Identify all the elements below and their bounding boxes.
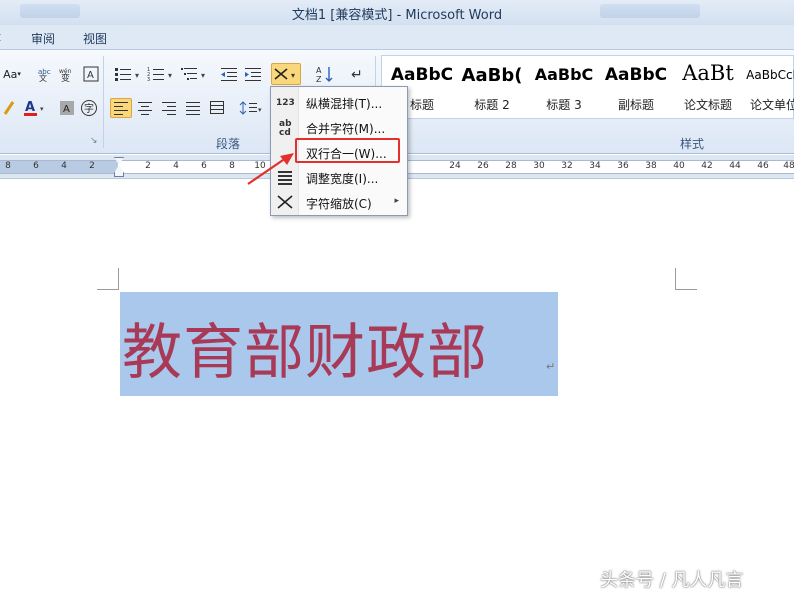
svg-text:3: 3 <box>147 77 150 82</box>
paragraph-group-label: 段落 <box>216 137 241 151</box>
ruler-tick: 6 <box>201 161 207 171</box>
svg-text:变: 变 <box>61 72 70 82</box>
menu-item-character-scaling[interactable]: 字符缩放(C) ▸ <box>271 190 407 214</box>
svg-text:A: A <box>63 104 70 115</box>
ruler-tick: 8 <box>229 161 235 171</box>
ruler-margin <box>0 160 118 174</box>
change-case-button[interactable]: Aa ▾ <box>0 64 24 84</box>
style-heading-2[interactable]: AaBb( 标题 2 <box>456 56 528 118</box>
ruler-tick: 4 <box>173 161 179 171</box>
show-marks-icon[interactable]: ↵ <box>346 64 368 84</box>
ruler-tick: 32 <box>561 161 573 171</box>
ruler-tick: 38 <box>645 161 657 171</box>
style-thesis-unit[interactable]: AaBbCcD 论文单位 <box>744 56 794 118</box>
svg-text:cd: cd <box>279 128 291 138</box>
asian-layout-button[interactable]: ▾ <box>271 63 301 85</box>
ruler-tick: 48 <box>783 161 794 171</box>
ruler-tick: 8 <box>5 161 11 171</box>
svg-text:↵: ↵ <box>351 67 363 83</box>
font-color-button[interactable]: A ▾ <box>22 98 48 118</box>
group-separator <box>103 56 104 148</box>
svg-text:▾: ▾ <box>291 71 295 80</box>
text-effect-icon[interactable] <box>0 98 22 118</box>
line-spacing-icon[interactable]: ▾ <box>238 98 264 118</box>
svg-text:▾: ▾ <box>40 105 44 113</box>
multilevel-list-icon[interactable] <box>178 64 200 84</box>
vertical-text-icon: 123 <box>275 93 295 111</box>
numbering-icon[interactable]: 123 <box>145 64 167 84</box>
sort-icon[interactable]: AZ <box>314 64 336 84</box>
svg-text:A: A <box>316 66 322 75</box>
styles-gallery: AaBbC 标题 AaBb( 标题 2 AaBbC 标题 3 AaBbC 副标题… <box>381 55 794 119</box>
ruler-tick: 24 <box>449 161 461 171</box>
tab-view[interactable]: 视图 <box>83 30 107 47</box>
phonetic-guide-icon[interactable]: abc 文 <box>34 64 56 84</box>
svg-text:A: A <box>87 70 94 81</box>
tab-review[interactable]: 审阅 <box>31 30 55 47</box>
character-scale-icon <box>275 193 295 211</box>
chevron-down-icon[interactable]: ▾ <box>135 71 139 80</box>
distributed-icon[interactable] <box>206 98 228 118</box>
ribbon-tabs: t 审阅 视图 <box>0 25 794 50</box>
ruler-tick: 2 <box>145 161 151 171</box>
ruler-tick: 36 <box>617 161 629 171</box>
tab-partial[interactable]: t <box>0 30 1 44</box>
character-shading-icon[interactable]: A <box>56 98 78 118</box>
ruler-tick: 40 <box>673 161 685 171</box>
margin-corner <box>675 268 697 290</box>
ruler-tick: 28 <box>505 161 517 171</box>
ruler-tick: 2 <box>89 161 95 171</box>
svg-text:▾: ▾ <box>258 106 262 114</box>
ruler-tick: 30 <box>533 161 545 171</box>
menu-item-combine-characters[interactable]: ab cd 合并字符(M)... <box>271 115 407 139</box>
dialog-launcher-icon[interactable]: ↘ <box>90 136 98 146</box>
paragraph-mark: ↵ <box>546 360 556 373</box>
increase-indent-icon[interactable] <box>242 64 264 84</box>
bullets-icon[interactable] <box>112 64 134 84</box>
enclose-char-icon[interactable]: 字 <box>78 98 100 118</box>
chevron-down-icon[interactable]: ▾ <box>168 71 172 80</box>
window-title: 文档1 [兼容模式] - Microsoft Word <box>291 8 503 23</box>
character-border-icon[interactable]: A <box>80 64 102 84</box>
highlight-box <box>295 138 400 163</box>
submenu-arrow-icon: ▸ <box>394 196 399 206</box>
svg-text:123: 123 <box>276 98 295 108</box>
chevron-down-icon[interactable]: ▾ <box>201 71 205 80</box>
ruler-tick: 46 <box>757 161 769 171</box>
styles-group-label: 样式 <box>680 137 705 151</box>
document-text[interactable]: 教育部财政部 <box>122 304 488 391</box>
style-thesis-title[interactable]: AaBt 论文标题 <box>672 56 744 118</box>
align-center-icon[interactable] <box>134 98 156 118</box>
ruler-tick: 6 <box>33 161 39 171</box>
ruler-tick: 34 <box>589 161 601 171</box>
align-left-icon[interactable] <box>110 98 132 118</box>
svg-text:字: 字 <box>84 102 94 115</box>
ruler-tick: 26 <box>477 161 489 171</box>
watermark: 头条号 / 凡人凡言 <box>600 570 744 591</box>
svg-text:A: A <box>25 100 35 115</box>
svg-text:文: 文 <box>39 73 47 82</box>
ruler-tick: 4 <box>61 161 67 171</box>
menu-item-vertical-in-horizontal[interactable]: 123 纵横混排(T)... <box>271 90 407 114</box>
margin-corner <box>97 268 119 290</box>
ruler-tick: 44 <box>729 161 741 171</box>
combine-chars-icon: ab cd <box>275 118 295 138</box>
align-right-icon[interactable] <box>158 98 180 118</box>
style-heading-3[interactable]: AaBbC 标题 3 <box>528 56 600 118</box>
justify-icon[interactable] <box>182 98 204 118</box>
title-bar: 文档1 [兼容模式] - Microsoft Word <box>0 0 794 25</box>
style-subtitle[interactable]: AaBbC 副标题 <box>600 56 672 118</box>
ruler-tick: 42 <box>701 161 713 171</box>
enclose-characters-icon[interactable]: wén 变 <box>56 64 78 84</box>
pointer-arrow-icon <box>247 153 294 185</box>
svg-text:Z: Z <box>316 75 322 83</box>
decrease-indent-icon[interactable] <box>218 64 240 84</box>
